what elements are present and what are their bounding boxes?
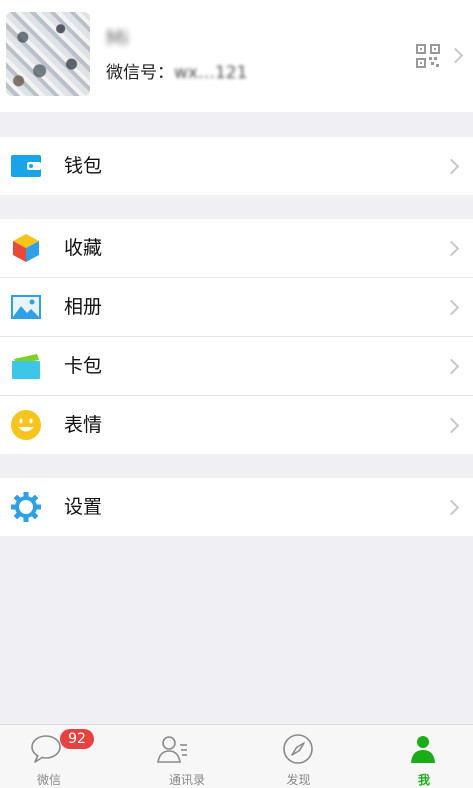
menu-group-media: 收藏 相册 卡包 表情 <box>0 219 473 454</box>
profile-name: Mi <box>106 26 129 50</box>
contacts-icon <box>157 736 187 763</box>
chevron-right-icon <box>443 499 460 516</box>
me-person-icon <box>411 736 435 763</box>
menu-item-settings[interactable]: 设置 <box>0 478 473 536</box>
chevron-right-icon <box>443 417 460 434</box>
settings-gear-icon <box>11 492 41 522</box>
menu-item-label: 卡包 <box>64 355 103 377</box>
tab-chats[interactable]: 92 微信 <box>0 725 118 788</box>
tab-label: 我 <box>417 773 430 787</box>
chat-bubble-icon <box>31 735 61 763</box>
tab-label: 微信 <box>36 773 61 787</box>
chevron-right-icon <box>443 240 460 257</box>
favorites-cube-icon <box>13 234 39 262</box>
menu-item-label: 收藏 <box>64 237 103 259</box>
qr-code-icon[interactable] <box>416 44 440 68</box>
tab-label: 发现 <box>286 773 311 787</box>
menu-item-album[interactable]: 相册 <box>0 278 473 337</box>
compass-icon <box>283 734 313 764</box>
profile-header[interactable]: Mi 微信号：wx…121 <box>0 0 473 112</box>
wechat-id: 微信号：wx…121 <box>106 62 247 84</box>
menu-item-emoji[interactable]: 表情 <box>0 396 473 454</box>
chevron-right-icon <box>443 358 460 375</box>
menu-group-settings: 设置 <box>0 478 473 536</box>
unread-badge: 92 <box>60 729 94 749</box>
tab-label: 通讯录 <box>168 773 205 787</box>
menu-item-label: 钱包 <box>64 155 103 177</box>
bottom-tab-bar: 92 微信 通讯录 发现 我 <box>0 724 473 788</box>
menu-item-label: 设置 <box>64 496 103 518</box>
menu-item-label: 相册 <box>64 296 103 318</box>
chevron-right-icon <box>443 299 460 316</box>
wechat-id-value: wx…121 <box>174 63 248 83</box>
emoji-smile-icon <box>11 410 41 440</box>
chevron-right-icon <box>447 47 464 64</box>
menu-item-label: 表情 <box>64 414 103 436</box>
menu-group-wallet: 钱包 <box>0 137 473 195</box>
menu-item-favorites[interactable]: 收藏 <box>0 219 473 278</box>
menu-item-wallet[interactable]: 钱包 <box>0 137 473 195</box>
menu-item-card-package[interactable]: 卡包 <box>0 337 473 396</box>
wechat-id-label: 微信号： <box>106 63 174 83</box>
album-picture-icon <box>11 295 41 319</box>
tab-discover[interactable]: 发现 <box>237 725 355 788</box>
chevron-right-icon <box>443 158 460 175</box>
wallet-icon <box>11 155 41 177</box>
tab-contacts[interactable]: 通讯录 <box>118 725 236 788</box>
card-package-icon <box>12 354 40 379</box>
tab-me[interactable]: 我 <box>355 725 473 788</box>
avatar[interactable] <box>6 12 90 96</box>
